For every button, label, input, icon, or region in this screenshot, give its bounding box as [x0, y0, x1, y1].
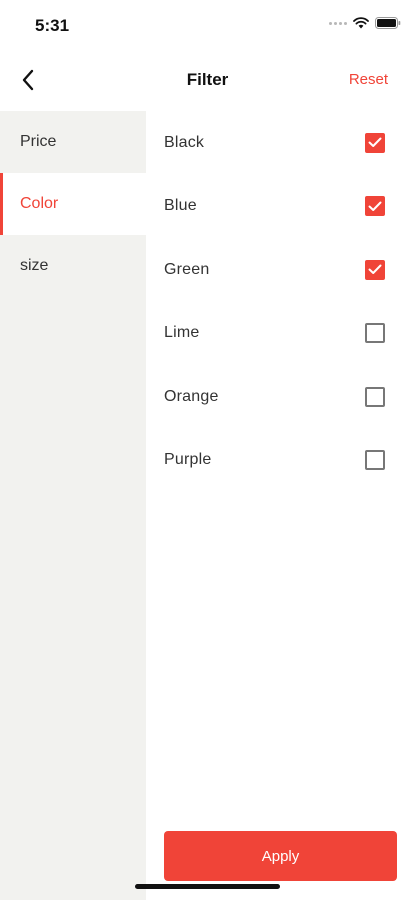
checkbox[interactable]	[365, 450, 385, 471]
option-row-black[interactable]: Black	[146, 111, 415, 175]
battery-icon	[375, 17, 401, 29]
option-label: Lime	[164, 324, 200, 342]
status-time: 5:31	[35, 16, 70, 35]
color-options-list: Black Blue Green Lime Orange Purple	[146, 111, 415, 492]
nav-bar: Filter Reset	[0, 50, 415, 110]
checkbox[interactable]	[365, 323, 385, 344]
option-label: Green	[164, 260, 210, 278]
check-icon	[368, 137, 382, 148]
sidebar-item-price[interactable]: Price	[0, 111, 146, 173]
apply-button[interactable]: Apply	[164, 831, 397, 881]
wifi-icon	[353, 17, 369, 29]
sidebar-item-color[interactable]: Color	[0, 173, 146, 235]
option-row-orange[interactable]: Orange	[146, 365, 415, 429]
option-row-green[interactable]: Green	[146, 238, 415, 302]
checkbox[interactable]	[365, 196, 385, 217]
check-icon	[368, 264, 382, 275]
checkbox[interactable]	[365, 259, 385, 280]
reset-button[interactable]: Reset	[349, 71, 388, 88]
option-row-lime[interactable]: Lime	[146, 302, 415, 366]
filter-category-sidebar: Price Color size	[0, 111, 146, 900]
sidebar-item-size[interactable]: size	[0, 235, 146, 297]
option-label: Blue	[164, 197, 197, 215]
option-label: Black	[164, 133, 205, 151]
option-label: Orange	[164, 387, 219, 405]
checkbox[interactable]	[365, 132, 385, 153]
option-label: Purple	[164, 451, 212, 469]
option-row-purple[interactable]: Purple	[146, 429, 415, 493]
signal-icon	[329, 21, 347, 25]
status-icons	[329, 17, 401, 29]
option-row-blue[interactable]: Blue	[146, 175, 415, 239]
status-bar: 5:31	[0, 0, 415, 50]
checkbox[interactable]	[365, 386, 385, 407]
check-icon	[368, 201, 382, 211]
home-indicator	[135, 884, 280, 889]
